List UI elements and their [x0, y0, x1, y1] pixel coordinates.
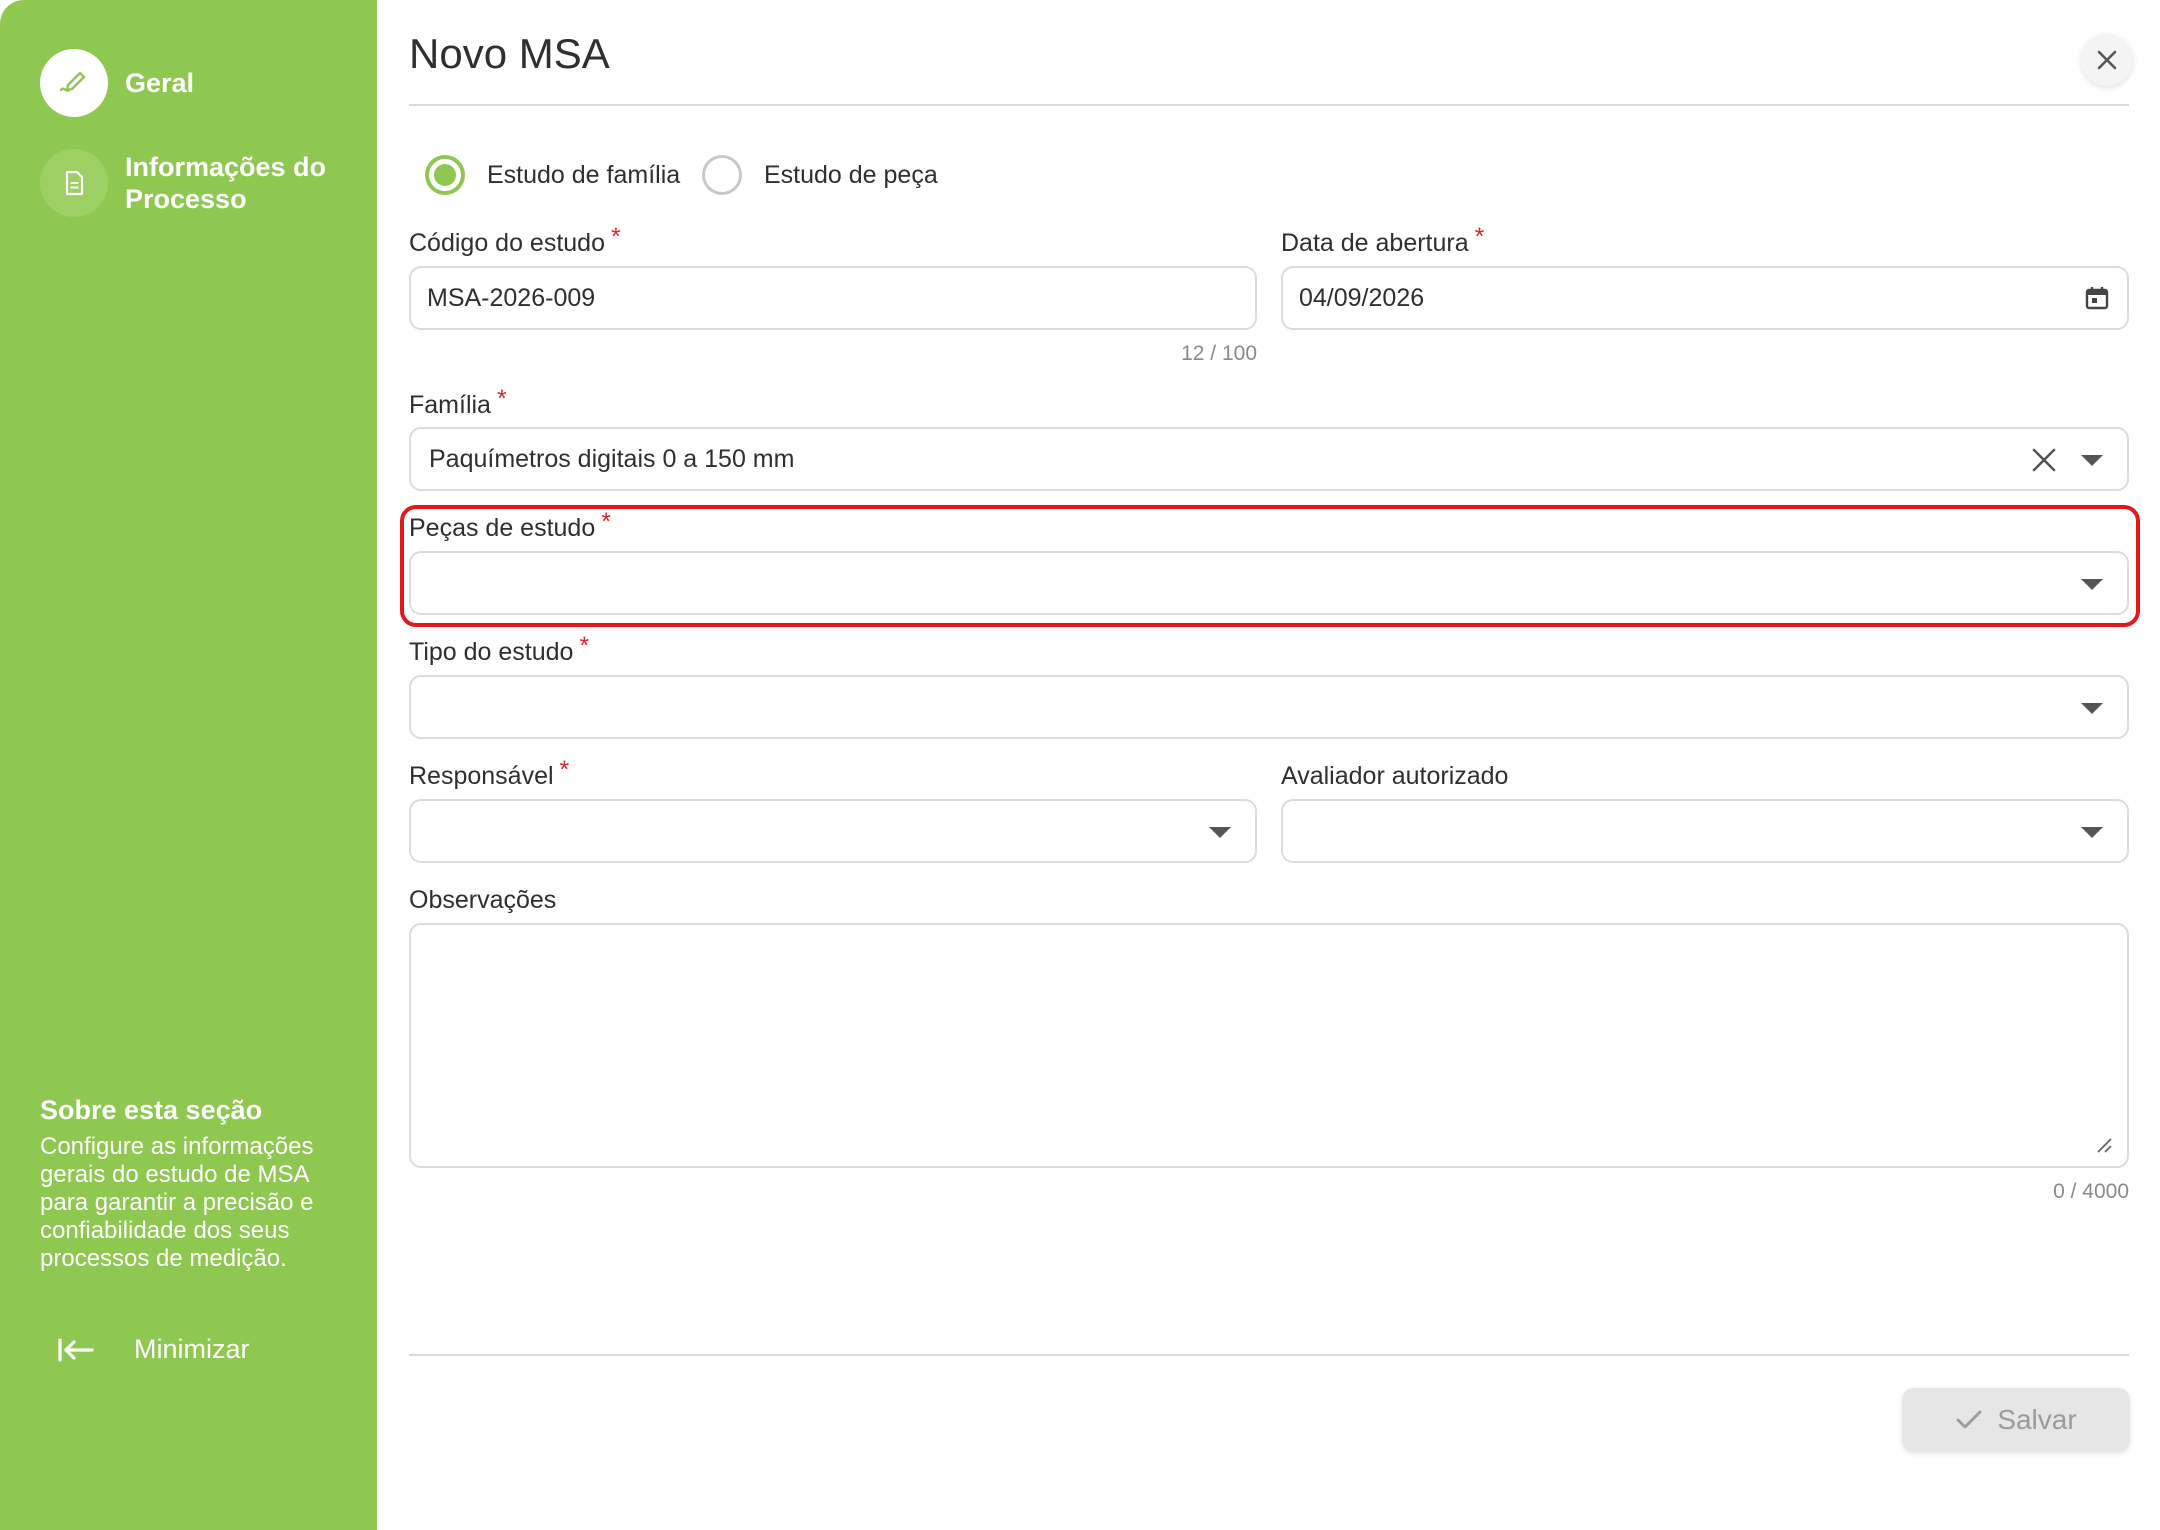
familia-value: Paquímetros digitais 0 a 150 mm [429, 445, 795, 473]
responsavel-label: Responsável * [409, 756, 569, 791]
tipo-select[interactable] [409, 675, 2129, 739]
main-panel: Novo MSA Estudo de família Estudo de peç… [377, 0, 2160, 1530]
check-icon [1956, 1410, 1982, 1429]
dialog-title: Novo MSA [409, 30, 610, 77]
data-abertura-label-text: Data de abertura [1281, 229, 1469, 257]
collapse-left-icon [58, 1337, 94, 1362]
required-marker: * [579, 632, 590, 660]
observacoes-label-text: Observações [409, 886, 557, 914]
radio-estudo-familia[interactable]: Estudo de família [425, 155, 680, 195]
observacoes-textarea[interactable] [409, 923, 2129, 1168]
clear-icon[interactable] [2031, 447, 2057, 473]
radio-checked[interactable] [425, 155, 465, 195]
responsavel-label-text: Responsável [409, 762, 554, 790]
observacoes-char-counter: 0 / 4000 [2053, 1180, 2129, 1203]
msa-dialog: Geral Informações do Processo Sobre esta… [0, 0, 2160, 1530]
sidebar-item-informacoes-processo[interactable]: Informações do Processo [40, 149, 355, 217]
radio-label: Estudo de peça [764, 160, 938, 189]
codigo-char-counter: 12 / 100 [1181, 342, 1257, 365]
avaliador-select[interactable] [1281, 799, 2129, 863]
sidebar-item-label: Informações do Processo [125, 152, 327, 214]
about-section-text: Configure as informações gerais do estud… [40, 1133, 314, 1272]
pecas-select[interactable] [409, 551, 2129, 615]
data-abertura-label: Data de abertura * [1281, 223, 1484, 258]
about-section-title: Sobre esta seção [40, 1095, 263, 1125]
required-marker: * [610, 223, 621, 251]
pecas-label-text: Peças de estudo [409, 514, 596, 542]
sidebar-item-label: Geral [125, 68, 195, 98]
chevron-down-icon[interactable] [2081, 579, 2103, 590]
codigo-label-text: Código do estudo [409, 229, 605, 257]
codigo-input[interactable]: MSA-2026-009 [409, 266, 1257, 330]
observacoes-label: Observações [409, 886, 556, 915]
close-button[interactable] [2081, 34, 2133, 86]
codigo-label: Código do estudo * [409, 223, 621, 258]
radio-unchecked[interactable] [702, 155, 742, 195]
chevron-down-icon[interactable] [2081, 703, 2103, 714]
chevron-down-icon[interactable] [2081, 827, 2103, 838]
radio-estudo-peca[interactable]: Estudo de peça [702, 155, 938, 195]
data-abertura-input[interactable]: 04/09/2026 [1281, 266, 2129, 330]
required-marker: * [1474, 223, 1485, 251]
chevron-down-icon[interactable] [2081, 455, 2103, 466]
chevron-down-icon[interactable] [1209, 827, 1231, 838]
avaliador-label-text: Avaliador autorizado [1281, 762, 1509, 790]
minimize-label: Minimizar [134, 1334, 250, 1364]
resize-handle-icon[interactable] [2095, 1136, 2113, 1154]
familia-label-text: Família [409, 391, 491, 419]
calendar-icon[interactable] [2083, 284, 2111, 312]
close-icon [2097, 50, 2117, 70]
document-icon [40, 149, 108, 217]
radio-label: Estudo de família [487, 160, 681, 189]
minimize-button[interactable]: Minimizar [56, 1334, 250, 1365]
save-button-label: Salvar [1997, 1404, 2077, 1435]
data-abertura-value: 04/09/2026 [1299, 284, 1425, 312]
codigo-value: MSA-2026-009 [427, 284, 596, 312]
required-marker: * [559, 756, 570, 784]
tipo-label: Tipo do estudo * [409, 632, 589, 667]
required-marker: * [496, 385, 507, 413]
pencil-icon [40, 49, 108, 117]
avaliador-label: Avaliador autorizado [1281, 762, 1508, 791]
tipo-label-text: Tipo do estudo [409, 638, 574, 666]
responsavel-select[interactable] [409, 799, 1257, 863]
familia-select[interactable]: Paquímetros digitais 0 a 150 mm [409, 427, 2129, 491]
footer-divider [409, 1354, 2129, 1356]
required-marker: * [601, 508, 611, 536]
save-button[interactable]: Salvar [1902, 1388, 2130, 1452]
header-divider [409, 104, 2129, 106]
pecas-label: Peças de estudo * [409, 508, 611, 543]
sidebar-item-geral[interactable]: Geral [40, 49, 194, 117]
sidebar: Geral Informações do Processo Sobre esta… [0, 0, 377, 1530]
familia-label: Família * [409, 385, 507, 420]
